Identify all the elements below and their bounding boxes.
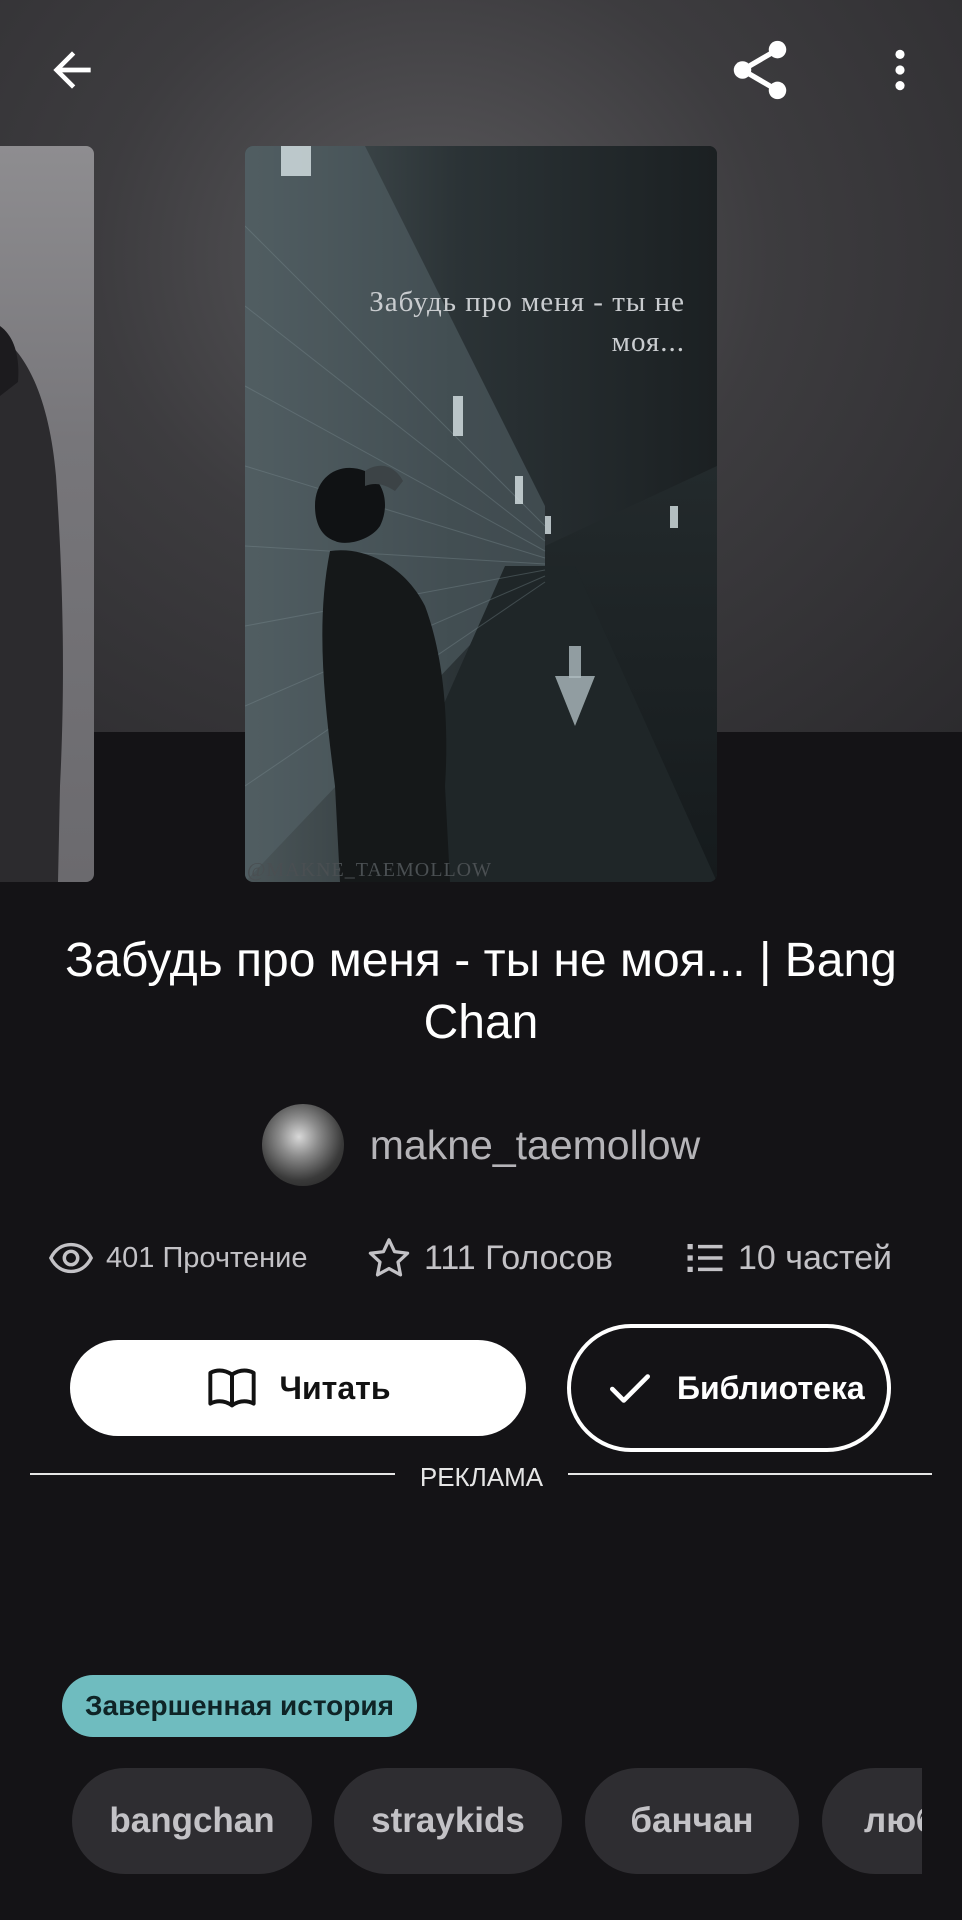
story-cover[interactable]: Забудь про меня - ты не моя... @MAKNE_TA… — [245, 146, 717, 882]
author-avatar[interactable] — [261, 1104, 344, 1186]
tag-chip[interactable]: straykids — [334, 1768, 562, 1874]
reads-count: 401 Прочтение — [106, 1241, 308, 1274]
cover-watermark: @MAKNE_TAEMOLLOW — [247, 859, 493, 881]
more-options-button[interactable] — [860, 30, 940, 110]
library-button[interactable]: Библиотека — [567, 1324, 891, 1452]
share-button[interactable] — [720, 30, 800, 110]
back-button[interactable] — [32, 30, 112, 110]
library-button-label: Библиотека — [677, 1370, 865, 1406]
story-title: Забудь про меня - ты не моя... | Bang Ch… — [65, 934, 897, 1049]
story-stats: 401 Прочтение 111 Голосов 10 частей — [0, 1228, 962, 1288]
eye-icon — [48, 1242, 94, 1274]
previous-cover-art — [0, 326, 63, 882]
tag-chip[interactable]: любовь — [822, 1768, 922, 1874]
cover-art — [245, 146, 717, 882]
top-bar — [0, 0, 962, 140]
more-vertical-icon — [895, 49, 905, 91]
divider-line-right — [568, 1473, 932, 1475]
author-row: makne_taemollow — [0, 1100, 962, 1190]
tag-chip[interactable]: банчан — [585, 1768, 799, 1874]
ad-divider: РЕКЛАМА — [30, 1462, 932, 1492]
tag-list: bangchan straykids банчан любовь — [72, 1768, 922, 1874]
completed-status-badge: Завершенная история — [62, 1675, 417, 1737]
stat-reads: 401 Прочтение — [48, 1228, 307, 1288]
read-button-label: Читать — [279, 1369, 391, 1406]
cover-title-text: Забудь про меня - ты не моя... — [369, 286, 685, 358]
share-icon — [733, 40, 787, 100]
arrow-left-icon — [53, 51, 91, 89]
previous-cover[interactable] — [0, 146, 94, 882]
list-icon — [687, 1244, 723, 1272]
read-button[interactable]: Читать — [70, 1340, 526, 1436]
star-icon — [368, 1238, 410, 1277]
author-name[interactable]: makne_taemollow — [370, 1122, 700, 1169]
stat-votes: 111 Голосов — [366, 1228, 613, 1288]
parts-count: 10 частей — [738, 1238, 892, 1277]
tag-chip[interactable]: bangchan — [72, 1768, 312, 1874]
divider-line-left — [30, 1473, 395, 1475]
open-book-icon — [207, 1368, 256, 1408]
stat-parts: 10 частей — [684, 1228, 892, 1288]
votes-count: 111 Голосов — [424, 1238, 613, 1277]
ad-label: РЕКЛАМА — [419, 1462, 544, 1492]
checkmark-icon — [610, 1374, 650, 1403]
